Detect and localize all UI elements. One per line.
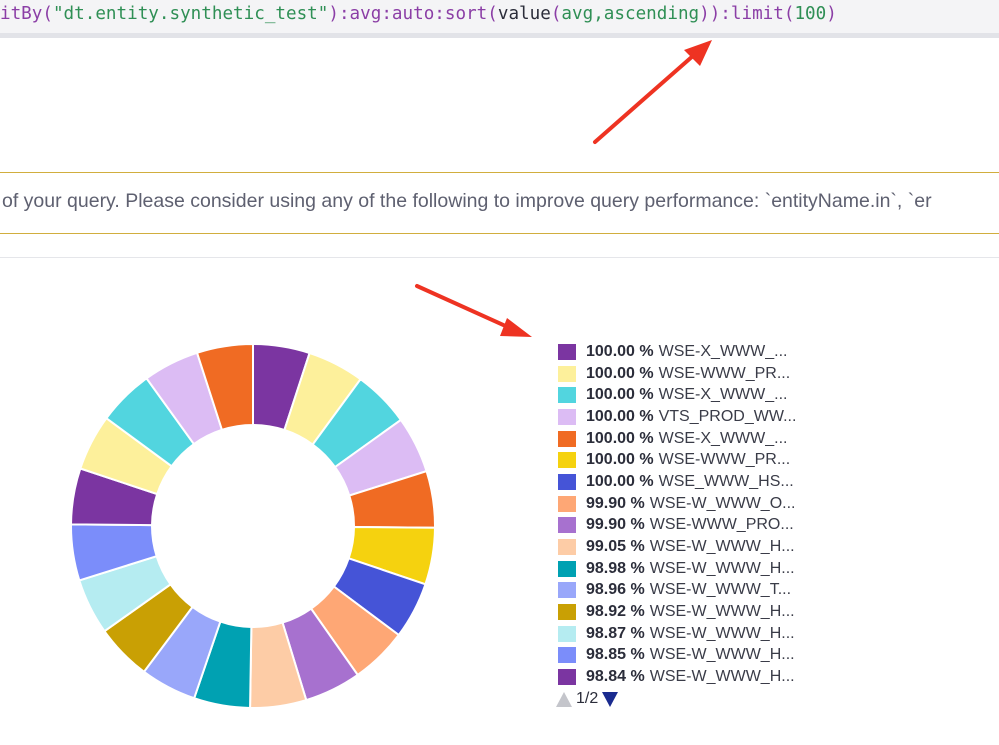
red-arrow-icon (593, 40, 712, 144)
red-arrow-icon (415, 284, 532, 337)
annotation-arrows (415, 40, 712, 337)
